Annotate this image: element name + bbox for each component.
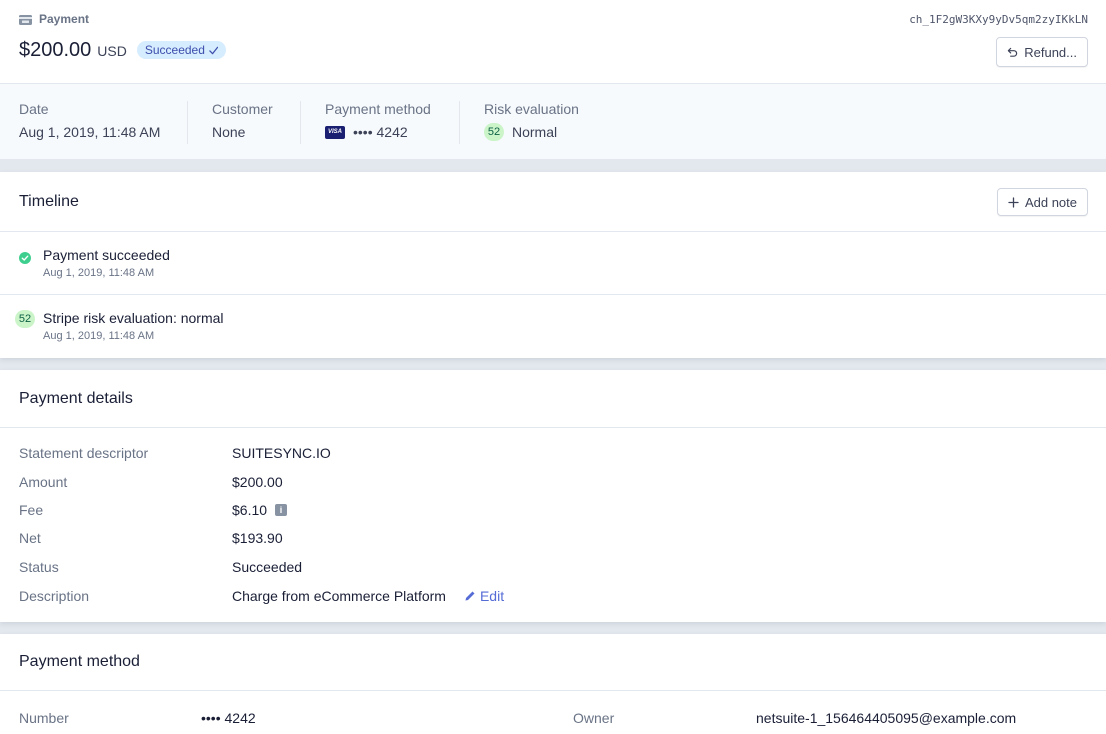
summary-divider xyxy=(300,101,301,144)
payment-method-section: Payment method Number •••• 4242 Owner ne… xyxy=(0,634,1106,734)
payment-type-text: Payment xyxy=(39,12,90,26)
detail-value: SUITESYNC.IO xyxy=(232,445,331,461)
timeline-item-title: Payment succeeded xyxy=(43,247,170,263)
summary-divider xyxy=(187,101,188,144)
summary-divider xyxy=(459,101,460,144)
refund-icon xyxy=(1008,47,1018,57)
summary-payment-method: Payment method VISA •••• 4242 xyxy=(325,101,431,149)
timeline-item-time: Aug 1, 2019, 11:48 AM xyxy=(43,330,155,342)
fee-info-icon[interactable]: i xyxy=(275,504,288,516)
charge-id: ch_1F2gW3KXy9yDv5qm2zyIKkLN xyxy=(909,13,1088,26)
card-last4: •••• 4242 xyxy=(353,124,408,140)
summary-method-label: Payment method xyxy=(325,101,431,117)
timeline-item: Payment succeeded Aug 1, 2019, 11:48 AM xyxy=(0,232,1106,295)
currency-code: USD xyxy=(97,43,127,59)
detail-key: Amount xyxy=(19,474,68,490)
add-note-label: Add note xyxy=(1024,194,1077,210)
risk-score-badge: 52 xyxy=(15,310,35,328)
summary-method-value: VISA •••• 4242 xyxy=(325,123,431,141)
payment-details-title: Payment details xyxy=(19,389,133,407)
detail-value: Charge from eCommerce Platform Edit xyxy=(232,588,504,604)
method-value: netsuite-1_156464405095@example.com xyxy=(756,710,1017,726)
summary-customer: Customer None xyxy=(212,101,273,149)
timeline-item-time: Aug 1, 2019, 11:48 AM xyxy=(43,267,155,279)
summary-customer-label: Customer xyxy=(212,101,273,117)
payment-card-icon xyxy=(19,14,32,25)
pencil-icon xyxy=(465,591,475,601)
risk-score-badge: 52 xyxy=(484,123,504,141)
summary-date-value: Aug 1, 2019, 11:48 AM xyxy=(19,124,161,140)
detail-key: Statement descriptor xyxy=(19,445,149,461)
summary-risk-label: Risk evaluation xyxy=(484,101,579,117)
summary-risk: Risk evaluation 52 Normal xyxy=(484,101,579,149)
method-value: •••• 4242 xyxy=(201,710,256,726)
check-icon xyxy=(209,46,218,54)
payment-method-title: Payment method xyxy=(19,653,140,670)
amount-value: $200.00 xyxy=(19,39,92,61)
timeline-title: Timeline xyxy=(19,192,79,210)
payment-summary: Date Aug 1, 2019, 11:48 AM Customer None… xyxy=(0,83,1106,159)
success-check-icon xyxy=(19,251,31,267)
summary-date: Date Aug 1, 2019, 11:48 AM xyxy=(19,101,160,149)
status-badge: Succeeded xyxy=(136,41,226,59)
edit-description-link[interactable]: Edit xyxy=(464,588,504,604)
payment-header: Payment $200.00 USD Succeeded ch_1F2gW3K… xyxy=(0,0,1106,83)
timeline-section: Timeline Add note Payment succeeded Aug … xyxy=(0,172,1106,358)
timeline-header: Timeline Add note xyxy=(0,172,1106,232)
plus-icon xyxy=(1008,196,1019,208)
description-value: Charge from eCommerce Platform xyxy=(232,588,446,604)
edit-label: Edit xyxy=(479,588,505,604)
detail-key: Description xyxy=(19,588,90,604)
detail-value: Succeeded xyxy=(232,559,303,575)
detail-value: $200.00 xyxy=(232,474,283,490)
method-key: Owner xyxy=(573,710,615,726)
payment-details-section: Payment details Statement descriptor SUI… xyxy=(0,370,1106,622)
detail-value: $193.90 xyxy=(232,530,283,546)
payment-amount: $200.00 USD Succeeded xyxy=(19,39,226,62)
summary-customer-value: None xyxy=(212,124,246,140)
refund-button-label: Refund... xyxy=(1024,44,1077,60)
risk-level-text: Normal xyxy=(512,124,558,140)
fee-value: $6.10 xyxy=(232,502,268,518)
refund-button[interactable]: Refund... xyxy=(996,37,1088,67)
summary-risk-value: 52 Normal xyxy=(484,123,579,141)
detail-key: Status xyxy=(19,559,59,575)
summary-date-label: Date xyxy=(19,101,49,117)
visa-icon: VISA xyxy=(325,125,345,139)
method-key: Number xyxy=(19,710,69,726)
add-note-button[interactable]: Add note xyxy=(996,188,1088,216)
timeline-item: 52 Stripe risk evaluation: normal Aug 1,… xyxy=(0,295,1106,358)
status-badge-label: Succeeded xyxy=(144,43,205,57)
payment-method-header: Payment method xyxy=(0,634,1106,691)
payment-details-header: Payment details xyxy=(0,370,1106,428)
risk-score-icon: 52 xyxy=(15,309,35,328)
detail-key: Fee xyxy=(19,502,44,518)
timeline-item-title: Stripe risk evaluation: normal xyxy=(43,310,224,326)
detail-key: Net xyxy=(19,530,41,546)
payment-type-label: Payment xyxy=(19,12,89,26)
detail-value: $6.10 i xyxy=(232,502,288,518)
